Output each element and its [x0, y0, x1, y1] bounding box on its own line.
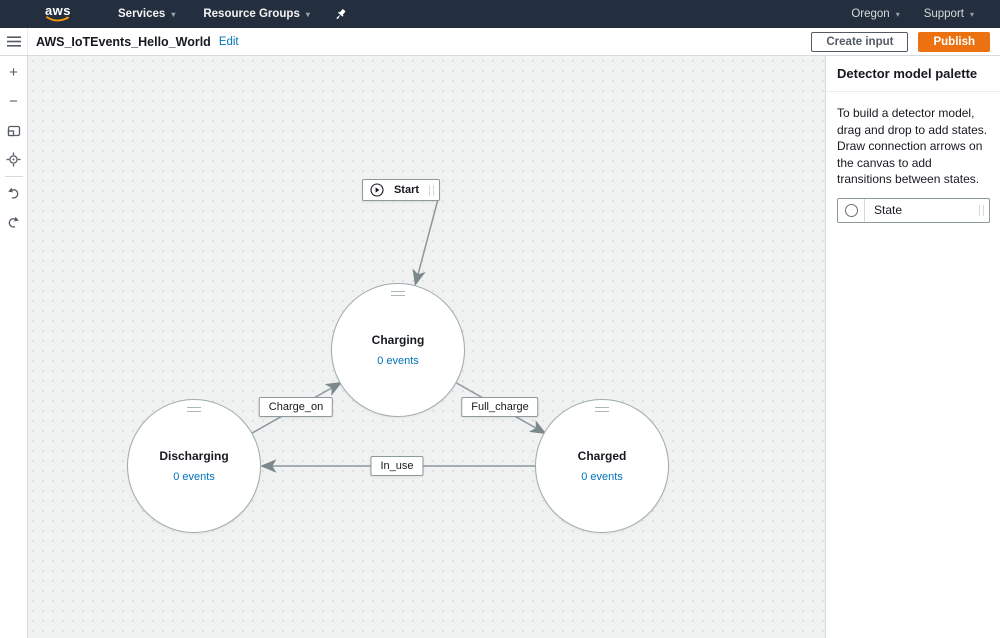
chevron-down-icon: ▾: [895, 9, 900, 19]
state-circle-icon: [838, 198, 865, 222]
publish-button[interactable]: Publish: [918, 31, 990, 52]
state-events-link[interactable]: 0 events: [377, 355, 419, 367]
start-node[interactable]: Start: [362, 179, 440, 201]
state-events-link[interactable]: 0 events: [173, 471, 215, 483]
palette-title: Detector model palette: [826, 56, 1000, 92]
aws-logo-text: aws: [44, 3, 72, 18]
fit-to-screen-button[interactable]: [0, 116, 28, 145]
hamburger-menu-button[interactable]: [0, 28, 28, 55]
state-events-link[interactable]: 0 events: [581, 471, 623, 483]
drag-handle-icon[interactable]: [429, 184, 434, 196]
plus-icon: +: [9, 64, 18, 81]
nav-resource-groups-label: Resource Groups: [203, 8, 300, 20]
drag-handle-icon[interactable]: [979, 204, 984, 216]
detector-model-canvas[interactable]: Start Charging 0 events Discharging 0 ev…: [28, 56, 825, 638]
edit-title-link[interactable]: Edit: [219, 36, 239, 48]
toolbar-divider: [4, 176, 23, 177]
zoom-out-button[interactable]: −: [0, 87, 28, 116]
redo-icon: [8, 216, 19, 228]
nav-region-label: Oregon: [851, 8, 890, 20]
start-node-label: Start: [393, 184, 420, 196]
drag-handle-icon[interactable]: [187, 407, 201, 412]
zoom-in-button[interactable]: +: [0, 58, 28, 87]
chevron-down-icon: ▾: [305, 9, 310, 19]
play-circle-icon: [370, 183, 384, 197]
transition-label-in-use[interactable]: In_use: [370, 456, 424, 476]
undo-button[interactable]: [0, 179, 28, 208]
state-node-charging[interactable]: Charging 0 events: [331, 283, 465, 417]
transition-label-full-charge[interactable]: Full_charge: [461, 397, 539, 417]
page-title: AWS_IoTEvents_Hello_World: [36, 34, 211, 49]
nav-services-label: Services: [118, 8, 166, 20]
drag-handle-icon[interactable]: [595, 407, 609, 412]
edge-start-to-charging[interactable]: [412, 200, 439, 287]
nav-support-label: Support: [923, 8, 964, 20]
drag-handle-icon[interactable]: [391, 291, 405, 296]
pushpin-icon[interactable]: [334, 8, 347, 21]
canvas-toolbar: + −: [0, 56, 28, 638]
palette-description: To build a detector model, drag and drop…: [837, 106, 988, 187]
fit-view-icon: [7, 125, 20, 136]
undo-icon: [8, 187, 19, 199]
nav-services[interactable]: Services ▾: [118, 8, 175, 20]
palette-state-label: State: [874, 203, 903, 218]
palette-state-item[interactable]: State: [837, 197, 990, 223]
chevron-down-icon: ▾: [969, 9, 974, 19]
center-view-button[interactable]: [0, 145, 28, 174]
crosshair-icon: [6, 152, 21, 167]
detector-model-palette-panel: Detector model palette To build a detect…: [825, 56, 1000, 638]
hamburger-icon: [6, 36, 21, 47]
state-name: Discharging: [159, 449, 229, 463]
state-name: Charging: [371, 333, 425, 347]
create-input-button[interactable]: Create input: [811, 31, 909, 52]
nav-region[interactable]: Oregon ▾: [851, 8, 899, 20]
nav-resource-groups[interactable]: Resource Groups ▾: [203, 8, 310, 20]
state-node-discharging[interactable]: Discharging 0 events: [127, 399, 261, 533]
minus-icon: −: [9, 93, 18, 110]
transition-label-charge-on[interactable]: Charge_on: [258, 397, 334, 417]
nav-support[interactable]: Support ▾: [924, 8, 974, 20]
redo-button[interactable]: [0, 208, 28, 237]
aws-logo[interactable]: aws: [40, 3, 76, 23]
aws-smile-icon: [46, 16, 70, 22]
chevron-down-icon: ▾: [171, 9, 176, 19]
top-nav-bar: aws Services ▾ Resource Groups ▾ Oregon …: [0, 0, 1000, 28]
state-name: Charged: [577, 449, 627, 463]
state-node-charged[interactable]: Charged 0 events: [535, 399, 669, 533]
detector-model-header: AWS_IoTEvents_Hello_World Edit Create in…: [0, 28, 1000, 56]
